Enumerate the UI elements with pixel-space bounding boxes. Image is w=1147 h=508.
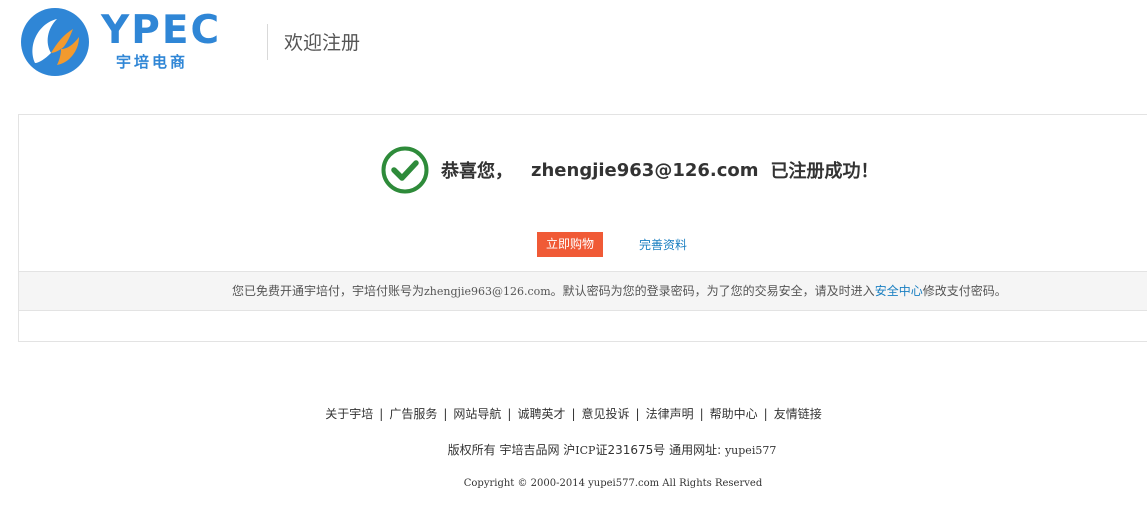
logo[interactable]: YPEC 宇培电商 bbox=[17, 5, 232, 80]
footer-nav: 关于宇培 | 广告服务 | 网站导航 | 诚聘英才 | 意见投诉 | 法律声明 | 帮助中心 | 友情链接 bbox=[0, 405, 1147, 422]
notice-account: zhengjie963@126.com bbox=[424, 285, 551, 298]
footer-separator: | bbox=[443, 407, 448, 421]
footer-separator: | bbox=[507, 407, 512, 421]
footer-link-jobs[interactable]: 诚聘英才 bbox=[517, 407, 565, 421]
footer-link-legal[interactable]: 法律声明 bbox=[646, 407, 694, 421]
notice-middle: 。默认密码为您的登录密码，为了您的交易安全，请及时进入 bbox=[550, 284, 875, 298]
footer-separator: | bbox=[379, 407, 384, 421]
footer-link-about[interactable]: 关于宇培 bbox=[325, 407, 373, 421]
registered-email: zhengjie963@126.com bbox=[531, 159, 759, 181]
page-title: 欢迎注册 bbox=[284, 32, 361, 54]
footer-icp: ICP bbox=[575, 444, 596, 457]
header-divider bbox=[267, 24, 268, 60]
shop-now-button[interactable]: 立即购物 bbox=[537, 231, 604, 257]
footer-separator: | bbox=[763, 407, 768, 421]
security-center-link[interactable]: 安全中心 bbox=[875, 284, 923, 298]
page-header: YPEC 宇培电商 欢迎注册 bbox=[0, 0, 1147, 90]
action-bar: 立即购物 完善资料 bbox=[537, 231, 687, 257]
notice-after: 修改支付密码。 bbox=[922, 284, 1007, 298]
brand-name: YPEC bbox=[101, 8, 222, 53]
footer-link-help[interactable]: 帮助中心 bbox=[710, 407, 758, 421]
payment-notice: 您已免费开通宇培付，宇培付账号为zhengjie963@126.com。默认密码… bbox=[19, 271, 1147, 311]
footer-copyright: Copyright © 2000-2014 yupei577.com All R… bbox=[463, 478, 763, 489]
footer-link-friends[interactable]: 友情链接 bbox=[774, 407, 822, 421]
footer-copyright-info: 版权所有 宇培吉品网 沪ICP证231675号 通用网址: yupei577 bbox=[0, 441, 1147, 458]
footer-separator: | bbox=[635, 407, 640, 421]
notice-before: 您已免费开通宇培付，宇培付账号为 bbox=[232, 284, 425, 298]
footer-link-ads[interactable]: 广告服务 bbox=[389, 407, 437, 421]
success-message: 恭喜您， zhengjie963@126.com 已注册成功！ bbox=[381, 145, 879, 195]
logo-icon bbox=[21, 8, 89, 76]
footer-url: yupei577 bbox=[724, 444, 777, 457]
footer-line2-a: 版权所有 宇培吉品网 沪 bbox=[447, 443, 576, 457]
footer-line2-b: 证231675号 通用网址: bbox=[595, 443, 722, 457]
notice-text: 您已免费开通宇培付，宇培付账号为zhengjie963@126.com。默认密码… bbox=[232, 272, 1007, 311]
complete-profile-link[interactable]: 完善资料 bbox=[639, 236, 687, 253]
check-circle-icon bbox=[381, 146, 429, 194]
footer-separator: | bbox=[699, 407, 704, 421]
footer-link-complaints[interactable]: 意见投诉 bbox=[582, 407, 630, 421]
success-suffix: 已注册成功！ bbox=[770, 161, 879, 182]
footer-link-sitemap[interactable]: 网站导航 bbox=[453, 407, 501, 421]
brand-subtitle: 宇培电商 bbox=[116, 53, 189, 71]
registration-result-panel: 恭喜您， zhengjie963@126.com 已注册成功！ 立即购物 完善资… bbox=[18, 114, 1147, 342]
footer-separator: | bbox=[571, 407, 576, 421]
congrats-text: 恭喜您， bbox=[441, 161, 513, 182]
